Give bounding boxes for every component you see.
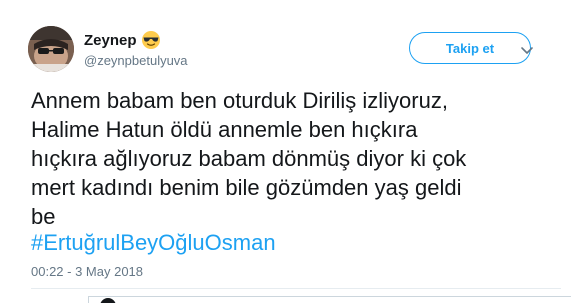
tweet-timestamp[interactable]: 00:22 - 3 May 2018 (31, 264, 143, 279)
profile-photo-icon (28, 26, 74, 72)
display-name[interactable]: Zeynep (84, 32, 137, 49)
reply-card-edge (88, 296, 571, 303)
tweet-card: Zeynep @zeynpbetulyuva Takip et Annem ba… (0, 0, 571, 303)
user-handle[interactable]: @zeynpbetulyuva (84, 53, 188, 68)
follow-button[interactable]: Takip et (409, 32, 531, 64)
sunglasses-emoji-icon (141, 30, 161, 50)
chevron-down-icon[interactable] (519, 42, 535, 58)
name-row: Zeynep (84, 30, 161, 50)
tweet-text: Annem babam ben oturduk Diriliş izliyoru… (31, 88, 467, 229)
hashtag-link[interactable]: #ErtuğrulBeyOğluOsman (31, 228, 276, 257)
avatar[interactable] (28, 26, 74, 72)
divider (31, 288, 561, 289)
